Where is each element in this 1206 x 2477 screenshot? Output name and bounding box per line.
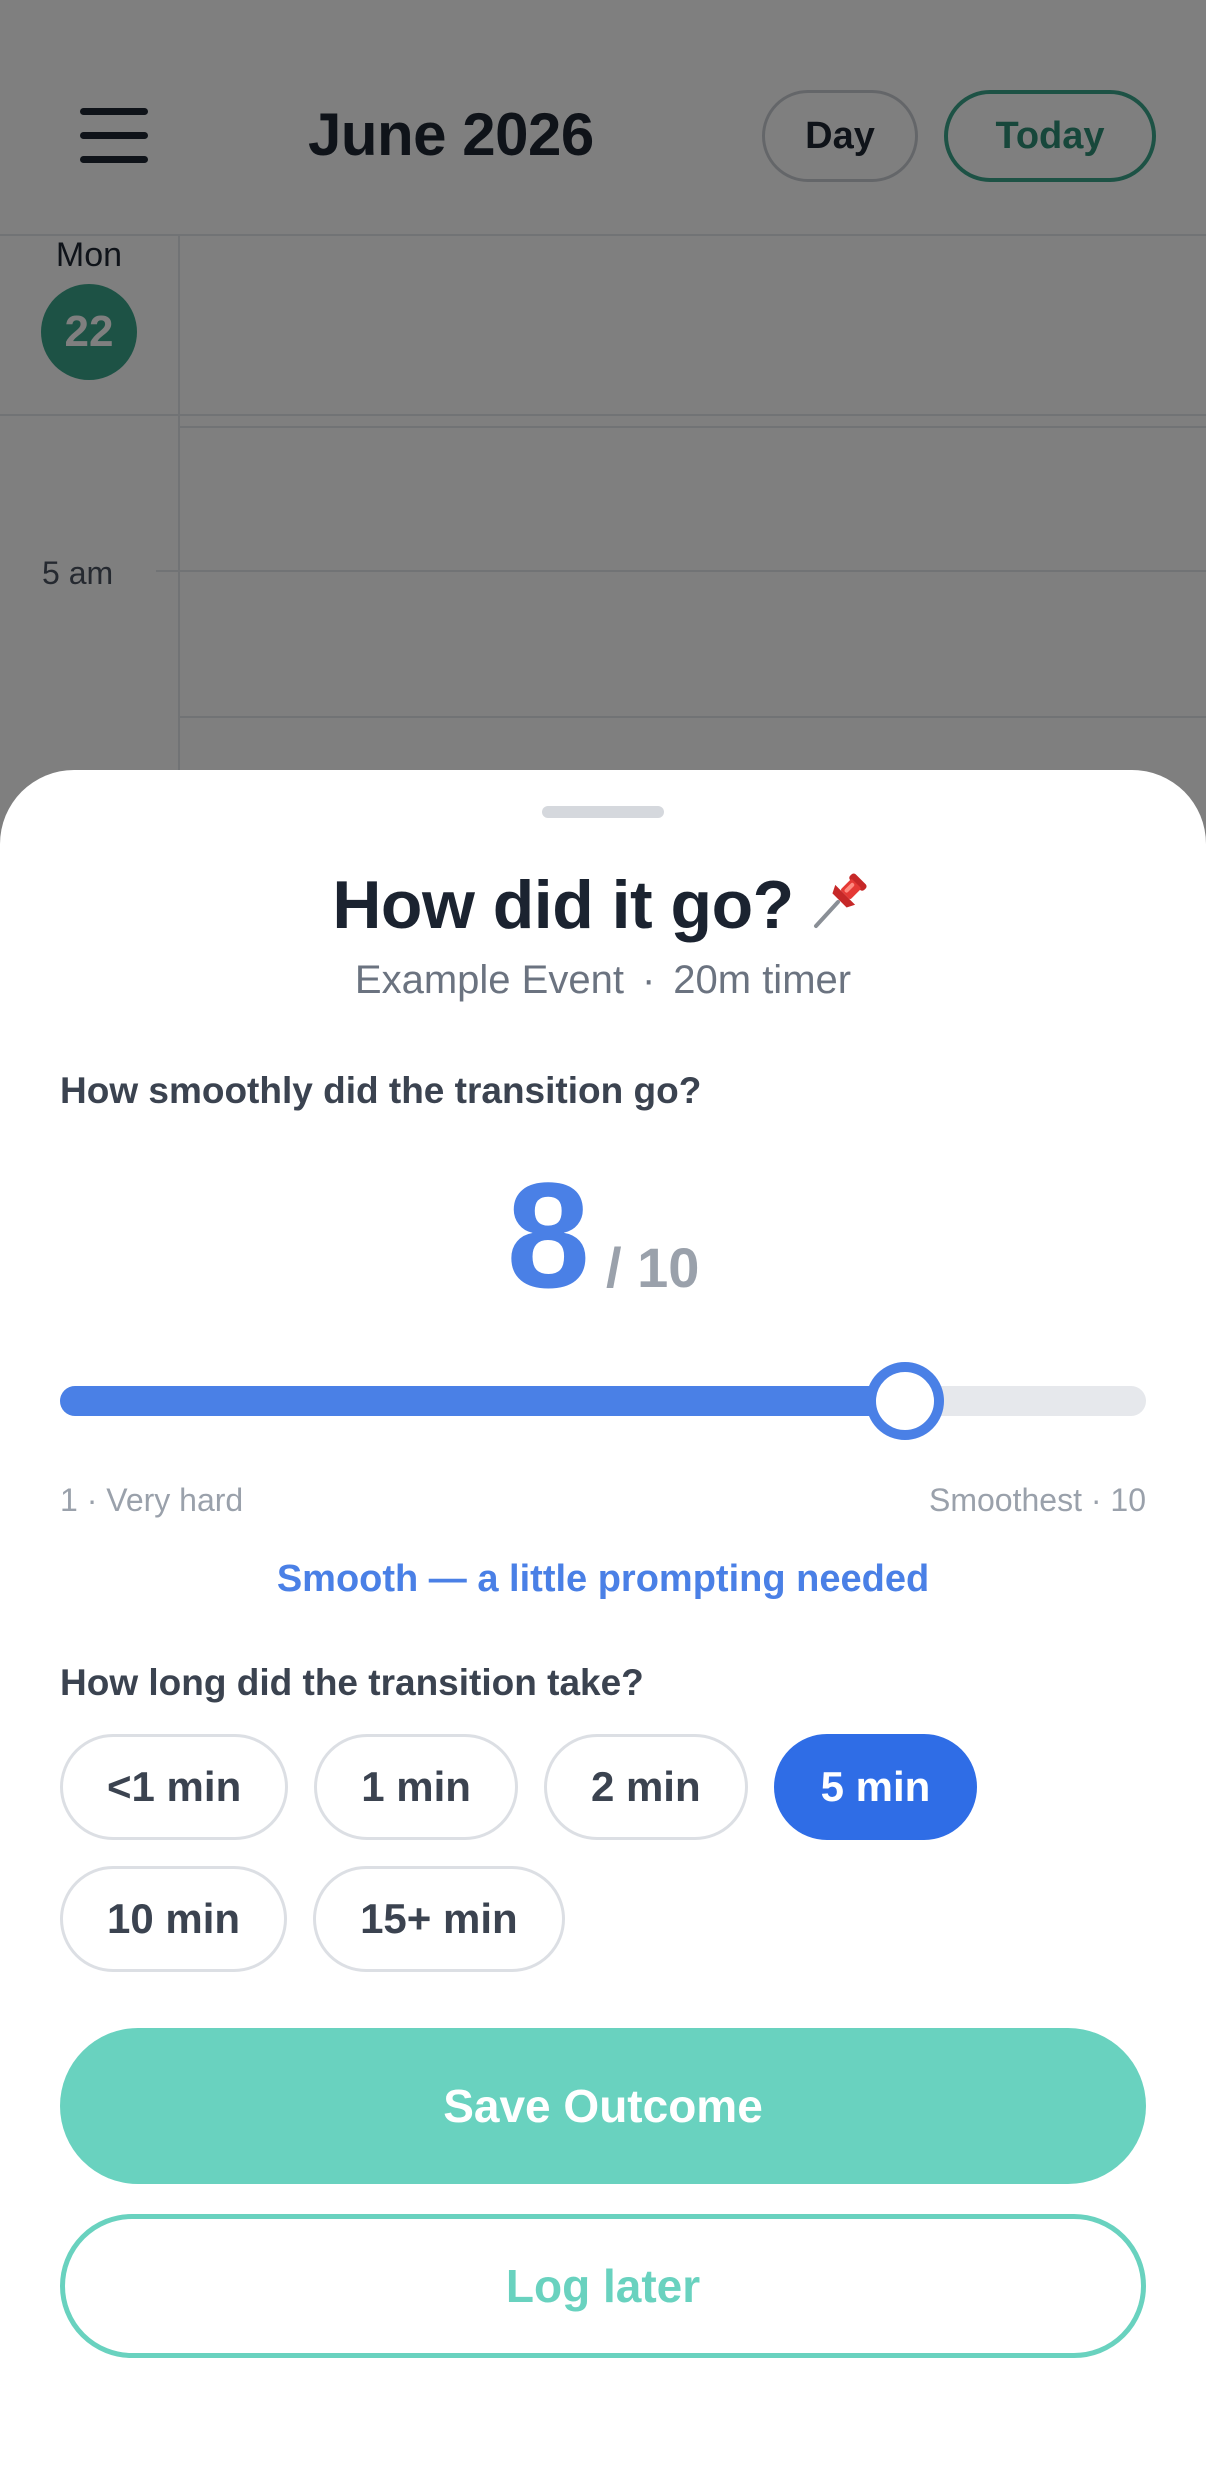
slider-max-label: Smoothest · 10 — [929, 1482, 1146, 1518]
duration-chip[interactable]: 1 min — [314, 1734, 518, 1840]
smoothness-question: How smoothly did the transition go? — [60, 1070, 702, 1111]
outcome-bottom-sheet: How did it go? Example Event · 20m timer H… — [0, 770, 1206, 2477]
log-later-button[interactable]: Log later — [60, 2214, 1146, 2358]
sheet-drag-handle[interactable] — [542, 806, 664, 818]
save-outcome-button[interactable]: Save Outcome — [60, 2028, 1146, 2184]
duration-chip[interactable]: 10 min — [60, 1866, 288, 1972]
event-subtitle: Example Event · 20m timer — [0, 958, 1206, 1003]
duration-chip[interactable]: 5 min — [773, 1734, 978, 1840]
slider-thumb[interactable] — [865, 1362, 944, 1440]
score-max: / 10 — [606, 1236, 700, 1299]
slider-min-label: 1 · Very hard — [60, 1482, 244, 1518]
duration-options: <1 min 1 min 2 min 5 min 10 min 15+ min — [60, 1734, 1146, 1972]
duration-chip[interactable]: 15+ min — [313, 1866, 565, 1972]
pushpin-icon — [810, 866, 874, 930]
duration-chip[interactable]: <1 min — [60, 1734, 289, 1840]
score-value: 8 — [506, 1151, 590, 1319]
smoothness-slider[interactable] — [60, 1362, 1146, 1440]
sheet-title: How did it go? — [0, 866, 1206, 944]
smoothness-hint: Smooth — a little prompting needed — [276, 1558, 930, 1600]
slider-fill — [60, 1386, 905, 1416]
duration-question: How long did the transition take? — [60, 1662, 644, 1703]
event-name: Example Event — [354, 958, 624, 1002]
separator-dot: · — [641, 958, 656, 1002]
timer-label: 20m timer — [673, 958, 852, 1002]
smoothness-score: 8/ 10 — [0, 1160, 1206, 1310]
sheet-title-text: How did it go? — [332, 867, 794, 943]
duration-chip[interactable]: 2 min — [543, 1734, 748, 1840]
